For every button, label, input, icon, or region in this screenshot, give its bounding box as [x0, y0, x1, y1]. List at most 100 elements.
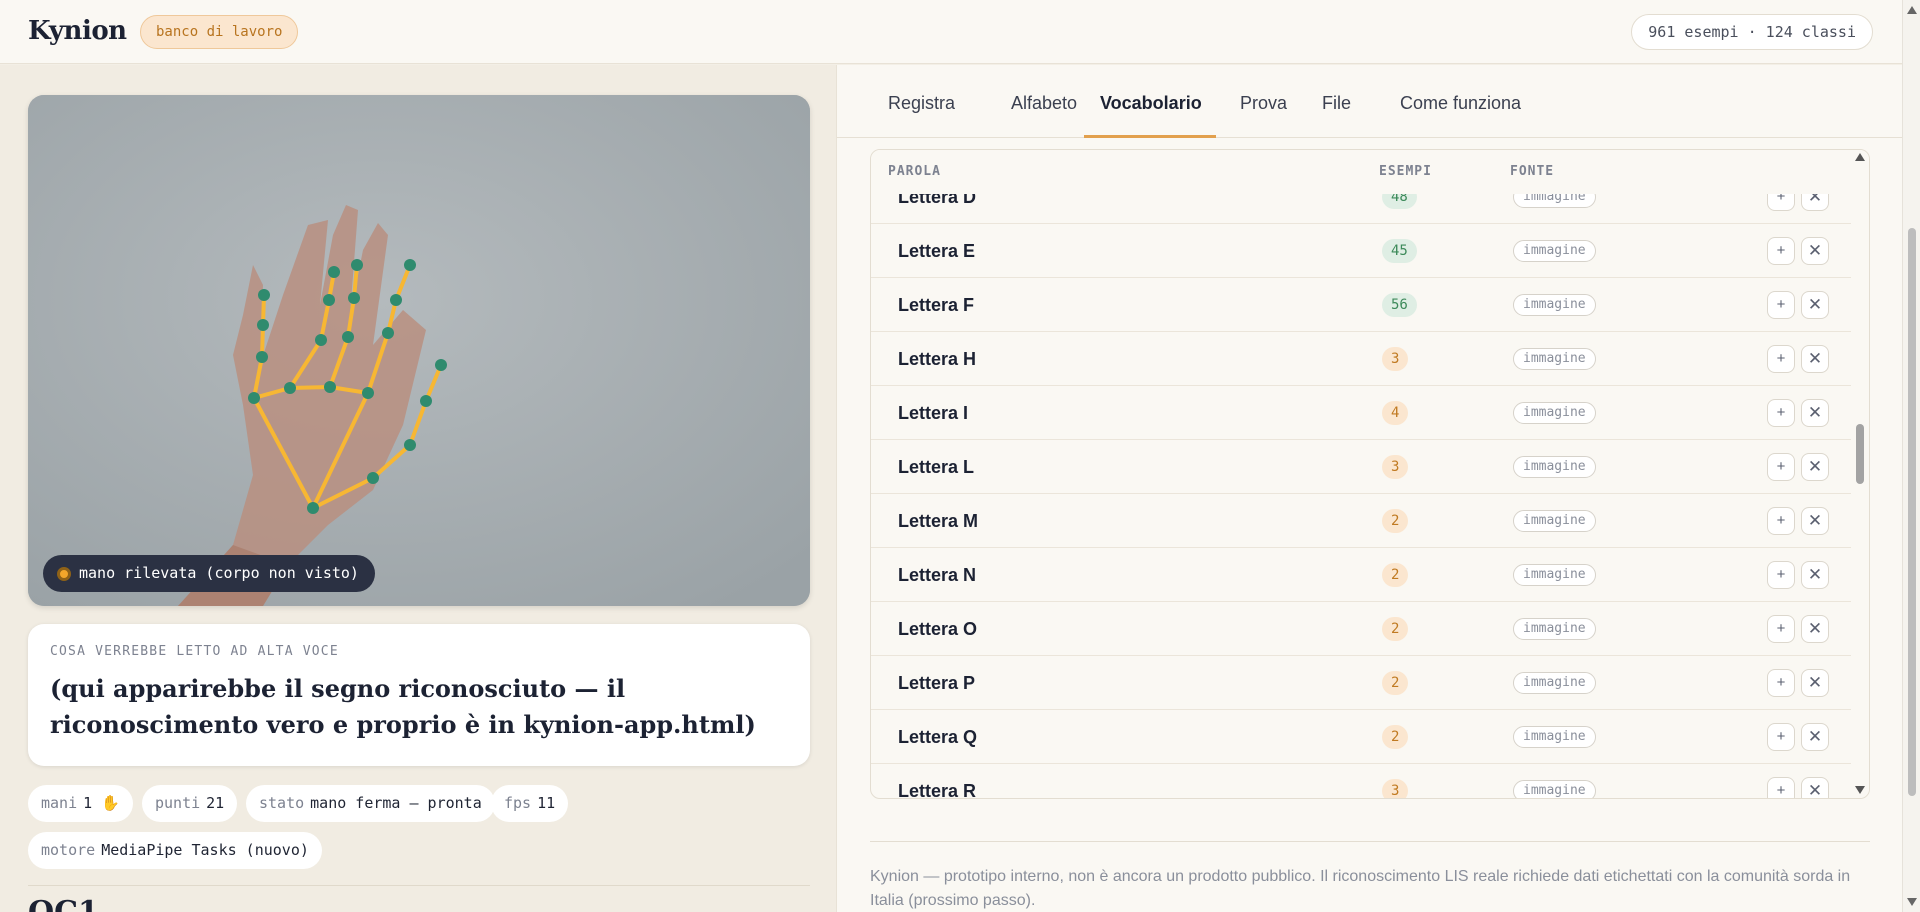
add-example-button[interactable]: + — [1767, 723, 1795, 751]
add-example-button[interactable]: + — [1767, 615, 1795, 643]
row-example-count: 4 — [1382, 401, 1409, 425]
row-source-badge: immagine — [1513, 780, 1596, 798]
row-source-badge: immagine — [1513, 294, 1596, 316]
tab-file[interactable]: File — [1306, 65, 1367, 138]
row-example-count: 2 — [1382, 509, 1409, 533]
table-row[interactable]: Lettera E 45 immagine + ✕ — [871, 224, 1853, 278]
add-example-button[interactable]: + — [1767, 291, 1795, 319]
landmark-point — [362, 387, 374, 399]
tab-vocabolario[interactable]: Vocabolario — [1084, 65, 1216, 138]
row-example-count: 45 — [1382, 239, 1417, 263]
table-row[interactable]: Lettera N 2 immagine + ✕ — [871, 548, 1853, 602]
row-word: Lettera R — [898, 781, 977, 799]
delete-word-button[interactable]: ✕ — [1801, 507, 1829, 535]
delete-word-button[interactable]: ✕ — [1801, 345, 1829, 373]
table-row[interactable]: Lettera O 2 immagine + ✕ — [871, 602, 1853, 656]
tab-bar: Registra Alfabeto Vocabolario Prova File… — [837, 65, 1903, 138]
window-scrollbar[interactable] — [1902, 0, 1920, 912]
row-source-badge: immagine — [1513, 402, 1596, 424]
tab-alfabeto[interactable]: Alfabeto — [995, 65, 1093, 138]
add-example-button[interactable]: + — [1767, 237, 1795, 265]
landmark-point — [390, 294, 402, 306]
landmark-point — [257, 319, 269, 331]
table-scroll-thumb[interactable] — [1856, 424, 1864, 484]
scroll-down-arrow-icon[interactable] — [1855, 786, 1865, 794]
landmark-point — [328, 266, 340, 278]
landmark-point — [435, 359, 447, 371]
detection-status: mano rilevata (corpo non visto) — [43, 555, 375, 592]
table-row[interactable]: Lettera R 3 immagine + ✕ — [871, 764, 1853, 799]
add-example-button[interactable]: + — [1767, 507, 1795, 535]
table-row[interactable]: Lettera P 2 immagine + ✕ — [871, 656, 1853, 710]
landmark-point — [342, 331, 354, 343]
readout-text: (qui apparirebbe il segno riconosciuto —… — [50, 674, 756, 739]
chip-engine-key: motore — [41, 841, 96, 859]
readout-label: COSA VERREBBE LETTO AD ALTA VOCE — [50, 644, 339, 659]
workspace-badge: banco di lavoro — [140, 15, 299, 49]
chip-fps-value: 11 — [537, 794, 556, 812]
scroll-up-arrow-icon[interactable] — [1855, 153, 1865, 161]
landmark-point — [284, 382, 296, 394]
tab-prova[interactable]: Prova — [1224, 65, 1303, 138]
detection-status-label: mano rilevata (corpo non visto) — [79, 564, 359, 582]
dataset-stats-pill: 961 esempi · 124 classi — [1631, 14, 1873, 50]
add-example-button[interactable]: + — [1767, 777, 1795, 798]
row-source-badge: immagine — [1513, 564, 1596, 586]
delete-word-button[interactable]: ✕ — [1801, 237, 1829, 265]
chip-hands-value: 1 ✋ — [83, 794, 120, 812]
row-word: Lettera N — [898, 565, 977, 585]
landmark-point — [315, 334, 327, 346]
chip-state: stato mano ferma — pronta — [246, 785, 495, 822]
row-word: Lettera H — [898, 349, 977, 369]
add-example-button[interactable]: + — [1767, 669, 1795, 697]
chip-hands: mani 1 ✋ — [28, 785, 133, 822]
row-example-count: 2 — [1382, 617, 1409, 641]
tab-registra[interactable]: Registra — [872, 65, 971, 138]
delete-word-button[interactable]: ✕ — [1801, 669, 1829, 697]
tab-come-funziona[interactable]: Come funziona — [1384, 65, 1537, 138]
landmark-point — [248, 392, 260, 404]
row-example-count: 3 — [1382, 779, 1409, 798]
chip-engine-value: MediaPipe Tasks (nuovo) — [101, 841, 309, 859]
camera-preview — [28, 95, 810, 606]
footer-disclaimer: Kynion — prototipo interno, non è ancora… — [870, 868, 1851, 909]
landmark-point — [420, 395, 432, 407]
status-dot-icon — [57, 566, 71, 581]
window-scroll-down-icon[interactable] — [1907, 898, 1917, 906]
chip-state-value: mano ferma — pronta — [310, 794, 482, 812]
row-example-count: 56 — [1382, 293, 1417, 317]
table-scrollbar[interactable] — [1851, 150, 1869, 798]
landmark-point — [256, 351, 268, 363]
footer-divider — [870, 841, 1870, 842]
table-row[interactable]: Lettera H 3 immagine + ✕ — [871, 332, 1853, 386]
vocabulary-table[interactable]: Lettera D 48 immagine + ✕ Lettera E 45 immagine… — [870, 149, 1870, 799]
window-scroll-thumb[interactable] — [1908, 228, 1916, 796]
chip-engine: motore MediaPipe Tasks (nuovo) — [28, 832, 322, 869]
brand-logo[interactable]: Kynion — [28, 16, 127, 46]
table-row[interactable]: Lettera Q 2 immagine + ✕ — [871, 710, 1853, 764]
add-example-button[interactable]: + — [1767, 561, 1795, 589]
table-row[interactable]: Lettera F 56 immagine + ✕ — [871, 278, 1853, 332]
delete-word-button[interactable]: ✕ — [1801, 453, 1829, 481]
add-example-button[interactable]: + — [1767, 345, 1795, 373]
delete-word-button[interactable]: ✕ — [1801, 399, 1829, 427]
add-example-button[interactable]: + — [1767, 453, 1795, 481]
table-row[interactable]: Lettera M 2 immagine + ✕ — [871, 494, 1853, 548]
landmark-point — [404, 259, 416, 271]
row-word: Lettera L — [898, 457, 975, 477]
chip-hands-key: mani — [41, 794, 78, 812]
landmark-point — [323, 294, 335, 306]
delete-word-button[interactable]: ✕ — [1801, 777, 1829, 798]
row-word: Lettera E — [898, 241, 976, 261]
row-source-badge: immagine — [1513, 510, 1596, 532]
table-row[interactable]: Lettera L 3 immagine + ✕ — [871, 440, 1853, 494]
column-header-word: PAROLA — [888, 164, 941, 179]
window-scroll-up-icon[interactable] — [1907, 6, 1917, 14]
delete-word-button[interactable]: ✕ — [1801, 723, 1829, 751]
delete-word-button[interactable]: ✕ — [1801, 291, 1829, 319]
row-source-badge: immagine — [1513, 456, 1596, 478]
delete-word-button[interactable]: ✕ — [1801, 615, 1829, 643]
delete-word-button[interactable]: ✕ — [1801, 561, 1829, 589]
table-row[interactable]: Lettera I 4 immagine + ✕ — [871, 386, 1853, 440]
add-example-button[interactable]: + — [1767, 399, 1795, 427]
